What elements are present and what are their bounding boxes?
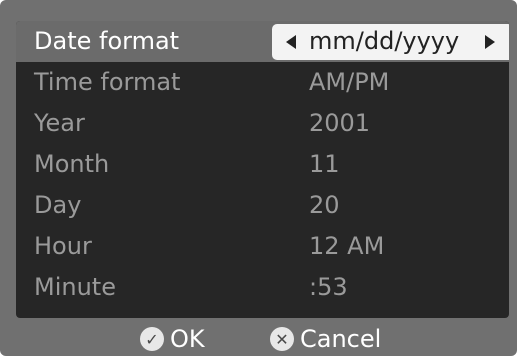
ok-label: OK: [170, 325, 205, 353]
row-value: 20: [309, 191, 340, 219]
arrow-left-icon[interactable]: [286, 35, 296, 49]
datetime-settings-dialog: Date format mm/dd/yyyy Time format AM/PM…: [0, 0, 517, 356]
row-value: 11: [309, 150, 340, 178]
row-date-format[interactable]: Date format mm/dd/yyyy: [16, 21, 509, 62]
row-label: Minute: [34, 273, 116, 301]
row-hour[interactable]: Hour 12 AM: [16, 226, 509, 267]
row-label: Month: [34, 150, 110, 178]
row-value: 2001: [309, 109, 371, 137]
button-bar: ✓ OK ✕ Cancel: [0, 322, 517, 356]
row-value: mm/dd/yyyy: [309, 27, 460, 55]
cancel-label: Cancel: [300, 325, 382, 353]
cancel-button[interactable]: ✕ Cancel: [270, 322, 381, 356]
row-label: Date format: [34, 27, 180, 55]
settings-list: Date format mm/dd/yyyy Time format AM/PM…: [16, 21, 509, 318]
row-label: Day: [34, 191, 82, 219]
x-icon: ✕: [270, 327, 294, 351]
row-month[interactable]: Month 11: [16, 144, 509, 185]
row-minute[interactable]: Minute :53: [16, 267, 509, 308]
row-value: :53: [309, 273, 348, 301]
row-label: Hour: [34, 232, 92, 260]
row-time-format[interactable]: Time format AM/PM: [16, 62, 509, 103]
row-label: Year: [34, 109, 85, 137]
value-selector[interactable]: mm/dd/yyyy: [272, 24, 509, 60]
row-year[interactable]: Year 2001: [16, 103, 509, 144]
arrow-right-icon[interactable]: [485, 35, 495, 49]
row-value: 12 AM: [309, 232, 385, 260]
row-label: Time format: [34, 68, 181, 96]
ok-button[interactable]: ✓ OK: [140, 322, 205, 356]
row-day[interactable]: Day 20: [16, 185, 509, 226]
check-icon: ✓: [140, 327, 164, 351]
row-value: AM/PM: [309, 68, 390, 96]
